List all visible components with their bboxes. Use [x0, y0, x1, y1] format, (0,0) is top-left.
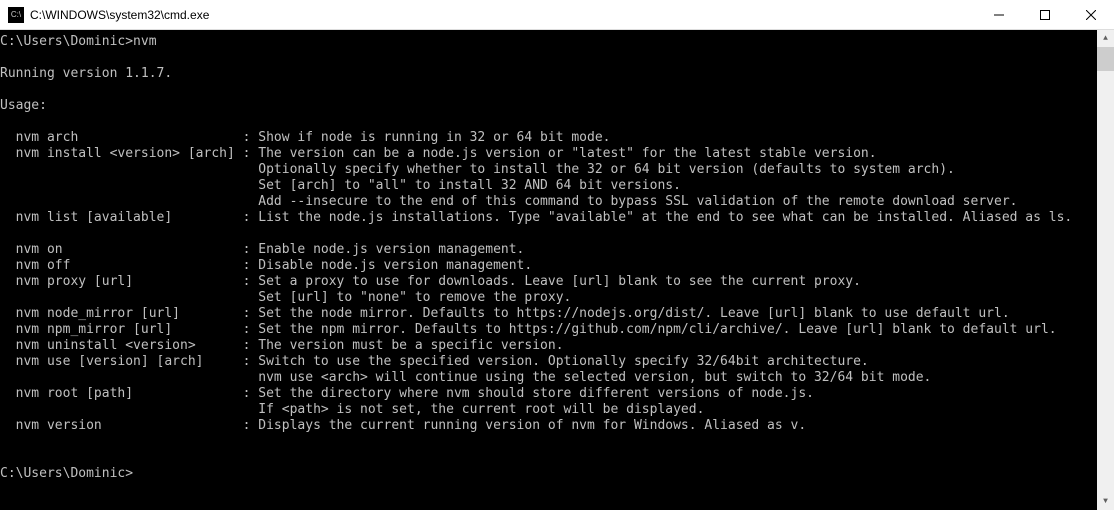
close-button[interactable] [1068, 0, 1114, 29]
scrollbar[interactable]: ▲ ▼ [1097, 30, 1114, 510]
cmd-icon: C:\ [8, 7, 24, 23]
titlebar[interactable]: C:\ C:\WINDOWS\system32\cmd.exe [0, 0, 1114, 30]
window-title: C:\WINDOWS\system32\cmd.exe [30, 8, 976, 22]
scroll-up-icon[interactable]: ▲ [1097, 30, 1114, 47]
terminal-output[interactable]: C:\Users\Dominic>nvm Running version 1.1… [0, 30, 1097, 510]
scroll-down-icon[interactable]: ▼ [1097, 493, 1114, 510]
maximize-button[interactable] [1022, 0, 1068, 29]
window-controls [976, 0, 1114, 29]
scroll-thumb[interactable] [1097, 47, 1114, 71]
minimize-button[interactable] [976, 0, 1022, 29]
